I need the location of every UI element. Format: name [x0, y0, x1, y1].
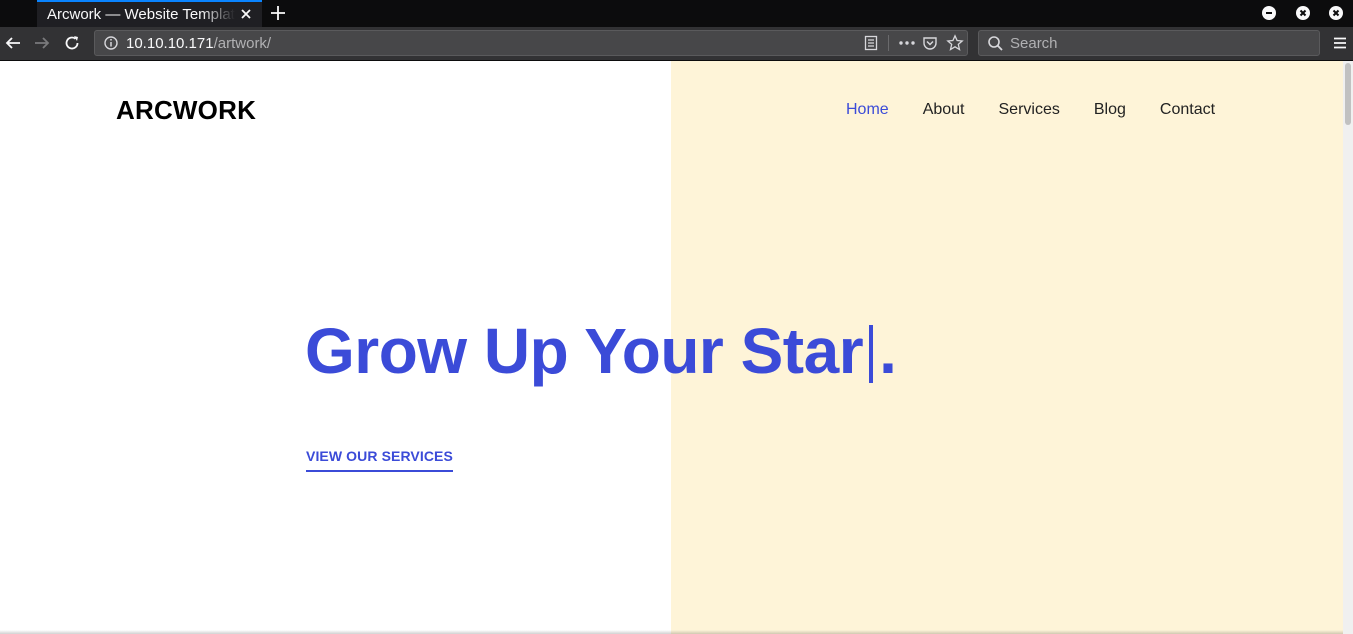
new-tab-plus-icon[interactable] — [268, 3, 288, 23]
browser-tab[interactable]: Arcwork — Website Template — [37, 0, 262, 27]
url-path: /artwork/ — [213, 35, 272, 52]
tab-strip: Arcwork — Website Template — [0, 0, 1353, 27]
nav-services[interactable]: Services — [999, 101, 1060, 119]
close-window-icon[interactable] — [1329, 6, 1343, 20]
typing-caret — [869, 325, 874, 383]
nav-home[interactable]: Home — [846, 101, 889, 119]
bookmark-star-icon[interactable] — [946, 34, 964, 57]
hero-headline-end: . — [879, 315, 897, 387]
pocket-icon[interactable] — [922, 35, 938, 56]
back-arrow-icon[interactable] — [4, 34, 22, 52]
reload-icon[interactable] — [63, 34, 81, 52]
scrollbar-thumb[interactable] — [1345, 63, 1351, 125]
reader-view-icon[interactable] — [863, 35, 879, 56]
minimize-window-icon[interactable] — [1262, 6, 1276, 20]
browser-toolbar: 10.10.10.171/artwork/ Search — [0, 27, 1353, 61]
url-bar[interactable]: 10.10.10.171/artwork/ — [94, 30, 968, 56]
hero-headline: Grow Up Your Star. — [305, 314, 897, 388]
tab-title: Arcwork — Website Template — [47, 6, 235, 23]
page-viewport: ARCWORK Home About Services Blog Contact… — [0, 61, 1343, 634]
view-services-link[interactable]: VIEW OUR SERVICES — [306, 448, 453, 472]
forward-arrow-icon[interactable] — [33, 34, 51, 52]
search-icon — [987, 35, 1004, 57]
url-text: 10.10.10.171/artwork/ — [126, 35, 271, 52]
nav-about[interactable]: About — [923, 101, 965, 119]
bottom-shadow — [0, 630, 1343, 634]
page-actions-icon[interactable] — [898, 35, 916, 56]
close-tab-icon[interactable] — [238, 6, 254, 22]
nav-blog[interactable]: Blog — [1094, 101, 1126, 119]
hamburger-menu-icon[interactable] — [1331, 34, 1349, 52]
search-placeholder: Search — [1010, 35, 1058, 52]
site-logo[interactable]: ARCWORK — [116, 95, 256, 126]
nav-contact[interactable]: Contact — [1160, 101, 1215, 119]
url-bar-separator — [888, 35, 889, 51]
url-host: 10.10.10.171 — [126, 35, 214, 52]
hero-headline-text: Grow Up Your Star — [305, 315, 864, 387]
page-scrollbar[interactable] — [1343, 61, 1353, 634]
search-bar[interactable]: Search — [978, 30, 1320, 56]
site-info-icon[interactable] — [103, 35, 119, 56]
maximize-window-icon[interactable] — [1296, 6, 1310, 20]
main-nav: Home About Services Blog Contact — [846, 101, 1215, 119]
